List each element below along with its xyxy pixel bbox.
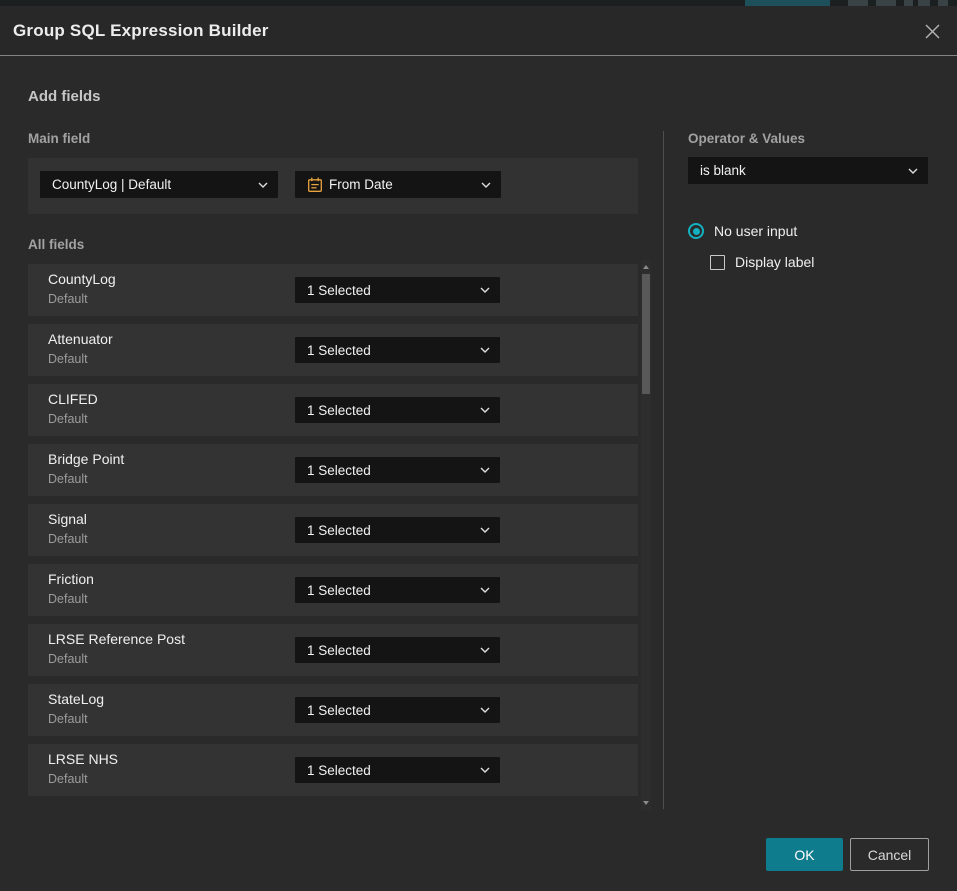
main-field-label: Main field [28,131,90,146]
selected-count: 1 Selected [307,703,472,718]
main-field-select-value: From Date [329,177,473,192]
dialog-header: Group SQL Expression Builder [0,6,957,56]
group-sql-expression-builder-dialog: Group SQL Expression Builder Add fields … [0,6,957,891]
chevron-down-icon [480,467,490,473]
chevron-down-icon [480,527,490,533]
all-fields-label: All fields [28,237,84,252]
selected-count: 1 Selected [307,643,472,658]
field-selected-dropdown[interactable]: 1 Selected [295,577,500,603]
chevron-down-icon [258,182,268,188]
field-detail: Default [48,352,88,366]
operator-select[interactable]: is blank [688,157,928,184]
field-selected-dropdown[interactable]: 1 Selected [295,517,500,543]
layer-select[interactable]: CountyLog | Default [40,171,278,198]
display-label-checkbox[interactable]: Display label [710,254,814,270]
close-icon [924,23,941,40]
field-row-statelog: StateLog Default 1 Selected [28,684,638,736]
field-selected-dropdown[interactable]: 1 Selected [295,337,500,363]
field-name: LRSE Reference Post [48,631,185,647]
field-detail: Default [48,592,88,606]
field-selected-dropdown[interactable]: 1 Selected [295,277,500,303]
add-fields-heading: Add fields [28,88,101,105]
selected-count: 1 Selected [307,403,472,418]
selected-count: 1 Selected [307,343,472,358]
checkbox-label: Display label [735,254,814,270]
field-name: LRSE NHS [48,751,118,767]
field-row-lrse-nhs: LRSE NHS Default 1 Selected [28,744,638,796]
ok-button[interactable]: OK [766,838,843,871]
radio-label: No user input [714,223,797,239]
field-detail: Default [48,712,88,726]
field-name: Signal [48,511,87,527]
field-row-friction: Friction Default 1 Selected [28,564,638,616]
field-detail: Default [48,412,88,426]
cancel-button[interactable]: Cancel [850,838,929,871]
operator-values-label: Operator & Values [688,131,805,146]
operator-select-value: is blank [700,163,900,178]
selected-count: 1 Selected [307,463,472,478]
field-row-bridge-point: Bridge Point Default 1 Selected [28,444,638,496]
field-detail: Default [48,772,88,786]
selected-count: 1 Selected [307,583,472,598]
panel-divider [663,131,664,809]
field-selected-dropdown[interactable]: 1 Selected [295,637,500,663]
selected-count: 1 Selected [307,763,472,778]
radio-selected-icon [688,223,704,239]
field-selected-dropdown[interactable]: 1 Selected [295,697,500,723]
field-row-clifed: CLIFED Default 1 Selected [28,384,638,436]
checkbox-unchecked-icon [710,255,725,270]
field-name: Bridge Point [48,451,124,467]
layer-select-value: CountyLog | Default [52,177,250,192]
chevron-down-icon [480,767,490,773]
field-row-signal: Signal Default 1 Selected [28,504,638,556]
chevron-down-icon [480,347,490,353]
field-name: CountyLog [48,271,116,287]
scroll-up-arrow-icon[interactable] [643,265,649,269]
selected-count: 1 Selected [307,283,472,298]
chevron-down-icon [480,647,490,653]
field-detail: Default [48,472,88,486]
no-user-input-radio[interactable]: No user input [688,223,797,239]
selected-count: 1 Selected [307,523,472,538]
field-row-attenuator: Attenuator Default 1 Selected [28,324,638,376]
list-scrollbar[interactable] [641,260,651,810]
calendar-icon [307,177,323,193]
scrollbar-thumb[interactable] [642,274,650,394]
chevron-down-icon [480,707,490,713]
close-button[interactable] [919,18,945,44]
field-detail: Default [48,532,88,546]
scroll-down-arrow-icon[interactable] [643,801,649,805]
chevron-down-icon [481,182,491,188]
field-name: StateLog [48,691,104,707]
chevron-down-icon [480,587,490,593]
field-name: Friction [48,571,94,587]
chevron-down-icon [480,407,490,413]
field-row-lrse-reference-post: LRSE Reference Post Default 1 Selected [28,624,638,676]
field-selected-dropdown[interactable]: 1 Selected [295,757,500,783]
field-detail: Default [48,652,88,666]
dialog-title: Group SQL Expression Builder [13,21,269,41]
field-name: CLIFED [48,391,98,407]
main-field-select[interactable]: From Date [295,171,501,198]
chevron-down-icon [908,168,918,174]
field-row-countylog: CountyLog Default 1 Selected [28,264,638,316]
field-name: Attenuator [48,331,113,347]
field-detail: Default [48,292,88,306]
chevron-down-icon [480,287,490,293]
field-selected-dropdown[interactable]: 1 Selected [295,397,500,423]
field-selected-dropdown[interactable]: 1 Selected [295,457,500,483]
